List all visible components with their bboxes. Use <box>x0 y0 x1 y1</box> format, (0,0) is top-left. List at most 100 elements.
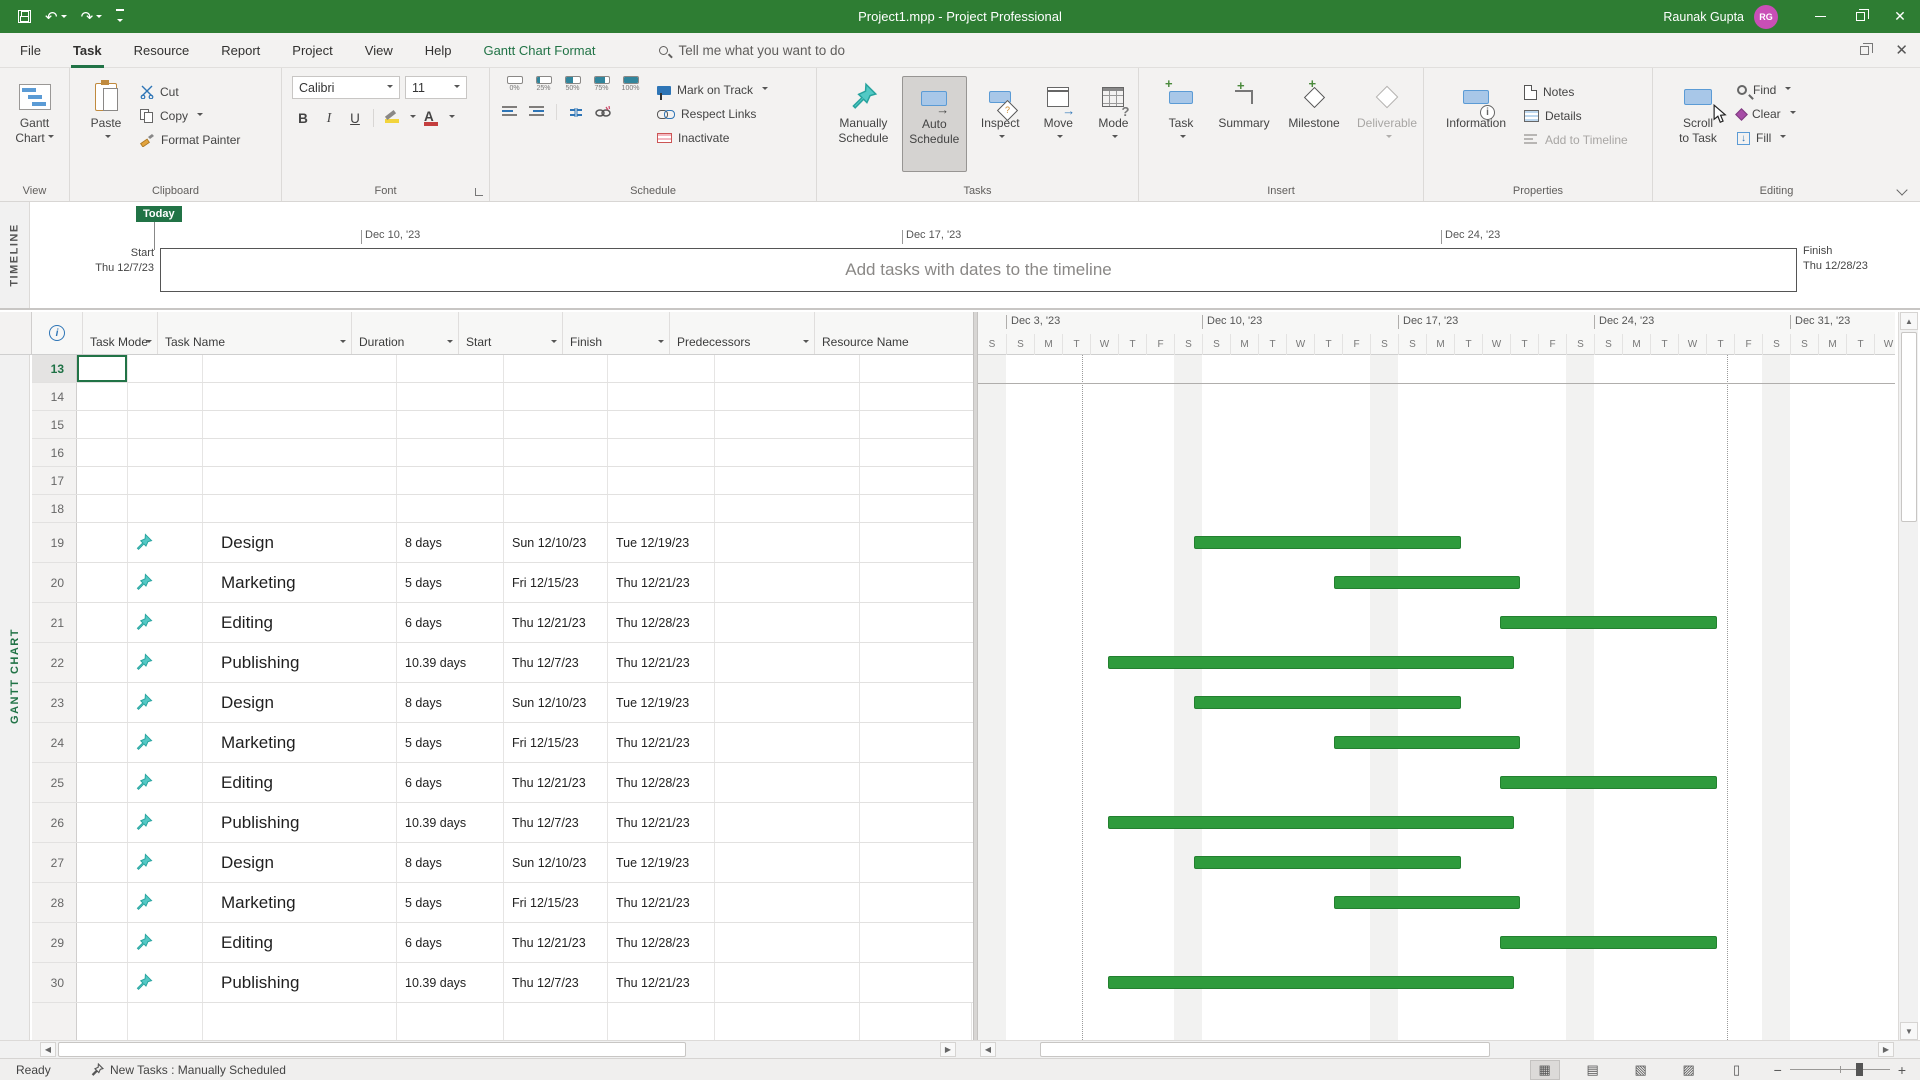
insert-milestone-button[interactable]: + Milestone <box>1281 76 1347 201</box>
tell-me-search[interactable]: Tell me what you want to do <box>659 43 845 58</box>
gantt-bar-design[interactable] <box>1194 856 1461 869</box>
column-header-resource-name[interactable]: Resource Name <box>815 312 928 354</box>
resource-names-cell[interactable] <box>860 439 972 466</box>
start-cell[interactable]: Thu 12/21/23 <box>504 763 608 802</box>
resource-names-cell[interactable] <box>860 603 972 642</box>
selected-cell[interactable] <box>77 355 128 382</box>
percent-complete-75-button[interactable]: 75% <box>589 76 614 92</box>
predecessors-cell[interactable] <box>715 683 860 722</box>
task-mode-cell[interactable] <box>128 563 203 602</box>
predecessors-cell[interactable] <box>715 411 860 438</box>
row-number[interactable]: 16 <box>32 439 77 466</box>
gantt-bar-publishing[interactable] <box>1108 976 1514 989</box>
zoom-out-button[interactable]: − <box>1774 1062 1782 1078</box>
resource-names-cell[interactable] <box>860 763 972 802</box>
format-painter-button[interactable]: Format Painter <box>140 128 240 152</box>
row-number[interactable]: 13 <box>32 355 77 382</box>
task-mode-cell[interactable] <box>128 803 203 842</box>
info-cell[interactable] <box>77 523 128 562</box>
finish-cell[interactable] <box>608 355 715 382</box>
task-name-cell[interactable] <box>203 439 397 466</box>
italic-button[interactable]: I <box>318 107 340 129</box>
finish-cell[interactable]: Tue 12/19/23 <box>608 843 715 882</box>
task-name-cell[interactable]: Design <box>203 843 397 882</box>
percent-complete-25-button[interactable]: 25% <box>531 76 556 92</box>
resource-names-cell[interactable] <box>860 495 972 522</box>
insert-deliverable-button[interactable]: Deliverable <box>1351 76 1423 201</box>
column-header-task-name[interactable]: Task Name <box>158 312 352 354</box>
task-name-cell[interactable]: Editing <box>203 763 397 802</box>
select-all-corner[interactable] <box>0 312 32 355</box>
finish-cell[interactable]: Thu 12/28/23 <box>608 603 715 642</box>
percent-complete-0-button[interactable]: 0% <box>502 76 527 92</box>
task-mode-cell[interactable] <box>128 963 203 1002</box>
zoom-in-button[interactable]: + <box>1898 1062 1906 1078</box>
timeline-pane-strip[interactable]: TIMELINE <box>0 202 30 308</box>
predecessors-cell[interactable] <box>715 603 860 642</box>
task-mode-cell[interactable] <box>128 603 203 642</box>
resource-names-cell[interactable] <box>860 383 972 410</box>
task-mode-cell[interactable] <box>128 763 203 802</box>
task-name-cell[interactable] <box>203 383 397 410</box>
scroll-up-icon[interactable]: ▲ <box>1900 312 1918 330</box>
finish-cell[interactable]: Thu 12/21/23 <box>608 963 715 1002</box>
task-mode-cell[interactable] <box>128 683 203 722</box>
start-cell[interactable]: Thu 12/21/23 <box>504 923 608 962</box>
row-number[interactable]: 21 <box>32 603 77 642</box>
table-scroll-left-icon[interactable]: ◀ <box>40 1042 56 1057</box>
start-cell[interactable] <box>504 383 608 410</box>
column-header-duration[interactable]: Duration <box>352 312 459 354</box>
task-name-cell[interactable]: Publishing <box>203 643 397 682</box>
info-cell[interactable] <box>77 763 128 802</box>
row-number[interactable]: 18 <box>32 495 77 522</box>
tab-task[interactable]: Task <box>69 33 106 68</box>
info-cell[interactable] <box>77 963 128 1002</box>
predecessors-cell[interactable] <box>715 803 860 842</box>
mark-on-track-button[interactable]: Mark on Track <box>657 78 768 102</box>
font-dialog-launcher-icon[interactable] <box>475 188 483 196</box>
task-mode-cell[interactable] <box>128 523 203 562</box>
row-number[interactable]: 26 <box>32 803 77 842</box>
predecessors-cell[interactable] <box>715 563 860 602</box>
predecessors-cell[interactable] <box>715 963 860 1002</box>
task-mode-cell[interactable] <box>128 467 203 494</box>
duration-cell[interactable] <box>397 495 504 522</box>
font-family-select[interactable]: Calibri <box>292 76 400 99</box>
underline-button[interactable]: U <box>344 107 366 129</box>
finish-cell[interactable] <box>608 383 715 410</box>
gantt-bar-marketing[interactable] <box>1334 576 1520 589</box>
tab-resource[interactable]: Resource <box>130 33 194 68</box>
resource-names-cell[interactable] <box>860 963 972 1002</box>
finish-cell[interactable]: Tue 12/19/23 <box>608 523 715 562</box>
resource-names-cell[interactable] <box>860 563 972 602</box>
row-number[interactable]: 27 <box>32 843 77 882</box>
duration-cell[interactable] <box>397 467 504 494</box>
outdent-task-icon[interactable] <box>502 106 519 119</box>
task-name-cell[interactable]: Publishing <box>203 963 397 1002</box>
info-cell[interactable] <box>77 495 128 522</box>
info-cell[interactable] <box>77 411 128 438</box>
predecessors-cell[interactable] <box>715 923 860 962</box>
start-cell[interactable]: Fri 12/15/23 <box>504 883 608 922</box>
start-cell[interactable]: Thu 12/7/23 <box>504 643 608 682</box>
paste-button[interactable]: Paste <box>80 76 132 201</box>
gantt-bar-design[interactable] <box>1194 696 1461 709</box>
task-mode-cell[interactable] <box>128 411 203 438</box>
info-cell[interactable] <box>77 843 128 882</box>
duration-cell[interactable]: 5 days <box>397 563 504 602</box>
collapse-ribbon-icon[interactable] <box>1897 186 1906 195</box>
task-mode-cell[interactable] <box>128 843 203 882</box>
finish-cell[interactable]: Thu 12/21/23 <box>608 883 715 922</box>
duration-cell[interactable]: 10.39 days <box>397 643 504 682</box>
customize-quick-access-button[interactable] <box>116 9 124 25</box>
finish-cell[interactable]: Thu 12/21/23 <box>608 723 715 762</box>
row-number[interactable]: 28 <box>32 883 77 922</box>
gantt-bar-editing[interactable] <box>1500 776 1717 789</box>
predecessors-cell[interactable] <box>715 523 860 562</box>
inactivate-button[interactable]: Inactivate <box>657 126 768 150</box>
restore-icon[interactable] <box>1860 46 1869 55</box>
chart-scroll-thumb[interactable] <box>1040 1042 1490 1057</box>
tab-gantt-chart-format[interactable]: Gantt Chart Format <box>479 33 599 68</box>
add-to-timeline-button[interactable]: Add to Timeline <box>1524 128 1628 152</box>
predecessors-cell[interactable] <box>715 467 860 494</box>
